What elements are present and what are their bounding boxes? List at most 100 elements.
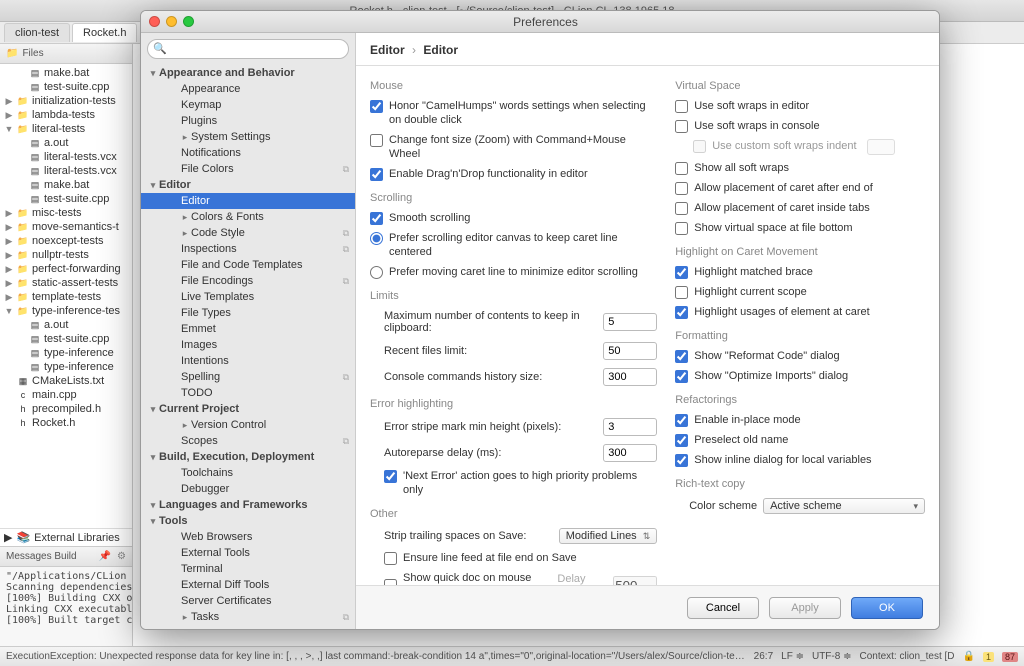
pref-tree-item[interactable]: Inspections⧉ bbox=[141, 241, 355, 257]
chk-virtual-bottom[interactable] bbox=[675, 222, 688, 235]
pref-tree-item[interactable]: External Diff Tools bbox=[141, 577, 355, 593]
pref-tree-item[interactable]: ▸Version Control bbox=[141, 417, 355, 433]
project-tree-node[interactable]: ▶📁nullptr-tests bbox=[0, 248, 132, 262]
pref-tree-item[interactable]: ▸Code Style⧉ bbox=[141, 225, 355, 241]
status-encoding[interactable]: UTF-8 ≑ bbox=[812, 651, 852, 662]
pref-tree-item[interactable]: Plugins bbox=[141, 113, 355, 129]
project-tree-node[interactable]: ▼📁type-inference-tes bbox=[0, 304, 132, 318]
chk-camelhumps[interactable] bbox=[370, 100, 383, 113]
project-tree-node[interactable]: ▤type-inference bbox=[0, 346, 132, 360]
pref-tree-item[interactable]: Editor bbox=[141, 193, 355, 209]
lbl-reformat[interactable]: Show "Reformat Code" dialog bbox=[694, 349, 839, 363]
lbl-inplace[interactable]: Enable in-place mode bbox=[694, 413, 800, 427]
pref-tree-item[interactable]: ▾Current Project bbox=[141, 401, 355, 417]
project-tree-node[interactable]: hRocket.h bbox=[0, 416, 132, 430]
warning-badge[interactable]: 1 bbox=[983, 652, 994, 662]
lbl-caret-eol[interactable]: Allow placement of caret after end of bbox=[694, 181, 873, 195]
lbl-eol[interactable]: Ensure line feed at file end on Save bbox=[403, 551, 577, 565]
project-tree-node[interactable]: ▶📁move-semantics-t bbox=[0, 220, 132, 234]
project-tree-node[interactable]: ▶📁misc-tests bbox=[0, 206, 132, 220]
lbl-hl-usages[interactable]: Highlight usages of element at caret bbox=[694, 305, 870, 319]
chk-next-error[interactable] bbox=[384, 470, 397, 483]
tree-arrow-icon[interactable]: ▶ bbox=[4, 292, 14, 303]
project-tree-node[interactable]: ▤make.bat bbox=[0, 66, 132, 80]
tree-arrow-icon[interactable]: ▼ bbox=[4, 124, 14, 134]
lbl-zoom[interactable]: Change font size (Zoom) with Command+Mou… bbox=[389, 133, 657, 161]
input-recent[interactable] bbox=[603, 342, 657, 360]
pref-tree-item[interactable]: File Encodings⧉ bbox=[141, 273, 355, 289]
pref-tree-item[interactable]: Debugger bbox=[141, 481, 355, 497]
lbl-virtual-bottom[interactable]: Show virtual space at file bottom bbox=[694, 221, 852, 235]
project-tree-node[interactable]: ▶📁initialization-tests bbox=[0, 94, 132, 108]
chk-dnd[interactable] bbox=[370, 168, 383, 181]
pref-tree-item[interactable]: TODO bbox=[141, 385, 355, 401]
project-tree-node[interactable]: hprecompiled.h bbox=[0, 402, 132, 416]
input-stripe[interactable] bbox=[603, 418, 657, 436]
pref-tree-item[interactable]: Live Templates bbox=[141, 289, 355, 305]
pref-tree-item[interactable]: Server Certificates bbox=[141, 593, 355, 609]
chk-inline-dialog[interactable] bbox=[675, 454, 688, 467]
pref-tree-item[interactable]: ▾Tools bbox=[141, 513, 355, 529]
chk-caret-eol[interactable] bbox=[675, 182, 688, 195]
pref-tree-item[interactable]: Appearance bbox=[141, 81, 355, 97]
lbl-show-all-wraps[interactable]: Show all soft wraps bbox=[694, 161, 789, 175]
apply-button[interactable]: Apply bbox=[769, 597, 841, 619]
chk-softwrap-editor[interactable] bbox=[675, 100, 688, 113]
project-tree-node[interactable]: ▤test-suite.cpp bbox=[0, 332, 132, 346]
search-input[interactable] bbox=[147, 39, 349, 59]
lbl-optimize[interactable]: Show "Optimize Imports" dialog bbox=[694, 369, 848, 383]
project-tree-node[interactable]: cmain.cpp bbox=[0, 388, 132, 402]
pref-tree-item[interactable]: File Colors⧉ bbox=[141, 161, 355, 177]
pref-tree-item[interactable]: ▸System Settings bbox=[141, 129, 355, 145]
radio-scroll-minimize[interactable] bbox=[370, 266, 383, 279]
tree-arrow-icon[interactable]: ▶ bbox=[4, 264, 14, 275]
ide-tab-project[interactable]: clion-test bbox=[4, 23, 70, 42]
pref-tree-item[interactable]: Web Browsers bbox=[141, 529, 355, 545]
lock-icon[interactable]: 🔒 bbox=[963, 651, 975, 662]
pref-tree-item[interactable]: ▸Colors & Fonts bbox=[141, 209, 355, 225]
pref-tree-item[interactable]: ▾Languages and Frameworks bbox=[141, 497, 355, 513]
lbl-hl-brace[interactable]: Highlight matched brace bbox=[694, 265, 813, 279]
chk-hl-brace[interactable] bbox=[675, 266, 688, 279]
error-badge[interactable]: 87 bbox=[1002, 652, 1018, 662]
ok-button[interactable]: OK bbox=[851, 597, 923, 619]
input-autoreparse[interactable] bbox=[603, 444, 657, 462]
chk-hl-usages[interactable] bbox=[675, 306, 688, 319]
pref-tree-item[interactable]: File Types bbox=[141, 305, 355, 321]
pref-tree-item[interactable]: Scopes⧉ bbox=[141, 433, 355, 449]
lbl-softwrap-editor[interactable]: Use soft wraps in editor bbox=[694, 99, 809, 113]
pref-tree-item[interactable]: Intentions bbox=[141, 353, 355, 369]
ide-tab-file[interactable]: Rocket.h bbox=[72, 23, 137, 42]
select-color-scheme[interactable]: Active scheme ▾ bbox=[763, 498, 925, 514]
chk-hl-scope[interactable] bbox=[675, 286, 688, 299]
project-tree-node[interactable]: ▤a.out bbox=[0, 318, 132, 332]
pref-tree-item[interactable]: Toolchains bbox=[141, 465, 355, 481]
pref-tree-item[interactable]: Spelling⧉ bbox=[141, 369, 355, 385]
project-tree-node[interactable]: ▶📁lambda-tests bbox=[0, 108, 132, 122]
tree-arrow-icon[interactable]: ▶ bbox=[4, 110, 14, 121]
chk-optimize[interactable] bbox=[675, 370, 688, 383]
project-tree-node[interactable]: ▤type-inference bbox=[0, 360, 132, 374]
input-console[interactable] bbox=[603, 368, 657, 386]
lbl-softwrap-console[interactable]: Use soft wraps in console bbox=[694, 119, 819, 133]
project-tree-node[interactable]: ▤a.out bbox=[0, 136, 132, 150]
pref-tree-item[interactable]: Terminal bbox=[141, 561, 355, 577]
lbl-scroll-center[interactable]: Prefer scrolling editor canvas to keep c… bbox=[389, 231, 657, 259]
lbl-hl-scope[interactable]: Highlight current scope bbox=[694, 285, 807, 299]
chk-inplace[interactable] bbox=[675, 414, 688, 427]
chk-smooth[interactable] bbox=[370, 212, 383, 225]
select-strip[interactable]: Modified Lines ⇅ bbox=[559, 528, 657, 544]
pref-tree-item[interactable]: ▾Appearance and Behavior bbox=[141, 65, 355, 81]
external-libraries[interactable]: ▶ 📚 External Libraries bbox=[0, 528, 132, 546]
project-tree-node[interactable]: ▤literal-tests.vcx bbox=[0, 164, 132, 178]
pref-tree-item[interactable]: ▾Editor bbox=[141, 177, 355, 193]
project-tree-node[interactable]: ▤test-suite.cpp bbox=[0, 192, 132, 206]
input-clipboard[interactable] bbox=[603, 313, 657, 331]
pref-tree-item[interactable]: ▸Tasks⧉ bbox=[141, 609, 355, 625]
chk-caret-tabs[interactable] bbox=[675, 202, 688, 215]
chk-reformat[interactable] bbox=[675, 350, 688, 363]
tree-arrow-icon[interactable]: ▼ bbox=[4, 306, 14, 316]
tree-arrow-icon[interactable]: ▶ bbox=[4, 250, 14, 261]
pref-tree-item[interactable]: ▾Build, Execution, Deployment bbox=[141, 449, 355, 465]
tree-arrow-icon[interactable]: ▶ bbox=[4, 236, 14, 247]
